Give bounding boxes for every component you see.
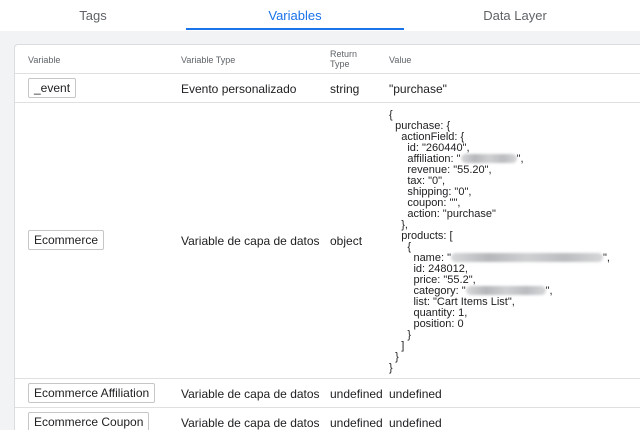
json-line-start: category: ": [389, 284, 466, 297]
header-return-type-line1: Return: [330, 49, 358, 59]
tab-data-layer-label: Data Layer: [483, 8, 547, 23]
json-line: ]: [389, 339, 405, 352]
tab-tags-label: Tags: [79, 8, 107, 23]
return-type: undefined: [330, 416, 383, 430]
json-line: }: [389, 350, 399, 363]
active-tab-indicator: [186, 28, 404, 30]
variable-chip-event[interactable]: _event: [28, 78, 77, 98]
table-row: Ecommerce Coupon Variable de capa de dat…: [15, 408, 640, 430]
variable-chip-ecommerce-coupon[interactable]: Ecommerce Coupon: [28, 412, 150, 430]
redacted-category: [465, 285, 546, 295]
json-line: }: [389, 361, 393, 374]
variable-value: undefined: [389, 416, 442, 430]
header-value: Value: [389, 55, 412, 65]
json-line-end: ",: [545, 284, 553, 297]
return-type: undefined: [330, 387, 383, 401]
json-line: }: [389, 328, 412, 341]
variable-value: "purchase": [389, 82, 447, 96]
json-line-start: name: ": [389, 251, 451, 264]
ecommerce-object-value: { purchase: { actionField: { id: "260440…: [389, 110, 610, 374]
variable-value: undefined: [389, 387, 442, 401]
table-header: Variable Variable Type Return Type Value: [15, 45, 640, 74]
header-variable: Variable: [28, 55, 61, 65]
table-row: _event Evento personalizado string "purc…: [15, 74, 640, 103]
tab-tags[interactable]: Tags: [0, 0, 186, 31]
header-return-type: Return Type: [330, 49, 357, 69]
variable-type: Evento personalizado: [181, 82, 297, 96]
header-return-type-line2: Type: [330, 59, 350, 69]
return-type: string: [330, 82, 360, 96]
redacted-product-name: [450, 252, 603, 262]
tab-variables[interactable]: Variables: [186, 0, 404, 31]
variable-chip-ecommerce[interactable]: Ecommerce: [28, 230, 105, 250]
tab-variables-label: Variables: [268, 8, 322, 23]
table-row: Ecommerce Affiliation Variable de capa d…: [15, 379, 640, 408]
json-line: position: 0: [389, 317, 464, 330]
return-type: object: [330, 234, 363, 248]
json-line: products: [: [389, 229, 453, 242]
json-line-end: ",: [516, 152, 524, 165]
redacted-affiliation: [460, 153, 517, 163]
tab-bar: Tags Variables Data Layer: [0, 0, 640, 31]
variable-type: Variable de capa de datos: [181, 387, 320, 401]
tab-data-layer[interactable]: Data Layer: [404, 0, 626, 31]
variable-type: Variable de capa de datos: [181, 234, 320, 248]
variable-type: Variable de capa de datos: [181, 416, 320, 430]
json-line: action: "purchase": [389, 207, 496, 220]
variable-chip-ecommerce-affiliation[interactable]: Ecommerce Affiliation: [28, 383, 156, 403]
header-variable-type: Variable Type: [181, 55, 236, 65]
json-line-end: ",: [602, 251, 610, 264]
variables-table: Variable Variable Type Return Type Value…: [14, 44, 640, 430]
table-row: Ecommerce Variable de capa de datos obje…: [15, 103, 640, 379]
